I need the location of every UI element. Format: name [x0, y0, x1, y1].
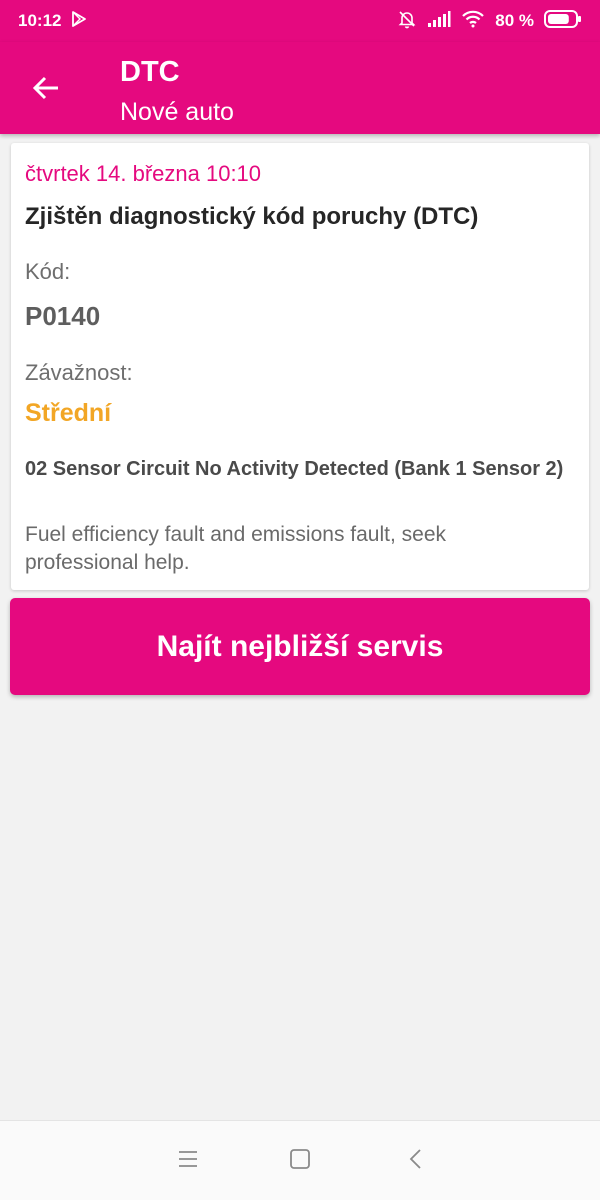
dtc-card: čtvrtek 14. března 10:10 Zjištěn diagnos…: [11, 143, 589, 590]
arrow-back-icon: [31, 73, 61, 108]
menu-button[interactable]: [176, 1149, 200, 1173]
status-bar: 10:12 80 %: [0, 0, 600, 42]
menu-icon: [177, 1149, 199, 1174]
dtc-title: Zjištěn diagnostický kód poruchy (DTC): [25, 203, 479, 230]
battery-percent: 80 %: [495, 11, 534, 30]
system-back-button[interactable]: [404, 1148, 428, 1175]
home-button[interactable]: [288, 1148, 312, 1175]
page-title: DTC: [120, 56, 180, 88]
severity-value: Střední: [25, 399, 112, 427]
status-time: 10:12: [18, 11, 62, 30]
wifi-icon: [461, 10, 485, 33]
back-chevron-icon: [406, 1148, 426, 1175]
app-bar: DTC Nové auto: [0, 42, 600, 134]
play-store-icon: [71, 10, 87, 32]
severity-label: Závažnost:: [25, 360, 133, 385]
code-value[interactable]: P0140: [25, 301, 100, 332]
status-right: 80 %: [397, 9, 582, 34]
dtc-advice: Fuel efficiency fault and emissions faul…: [25, 523, 446, 574]
code-label: Kód:: [25, 259, 71, 284]
dtc-description: 02 Sensor Circuit No Activity Detected (…: [25, 458, 564, 480]
dtc-date: čtvrtek 14. března 10:10: [25, 161, 262, 186]
home-square-icon: [289, 1148, 311, 1175]
system-nav-bar: [0, 1120, 600, 1200]
bell-muted-icon: [397, 9, 417, 34]
page-subtitle: Nové auto: [120, 98, 234, 126]
signal-icon: [427, 10, 451, 33]
battery-icon: [544, 9, 582, 34]
status-left: 10:12: [18, 10, 87, 32]
find-nearest-service-button[interactable]: Najít nejbližší servis: [10, 598, 590, 695]
back-button[interactable]: [22, 66, 70, 114]
